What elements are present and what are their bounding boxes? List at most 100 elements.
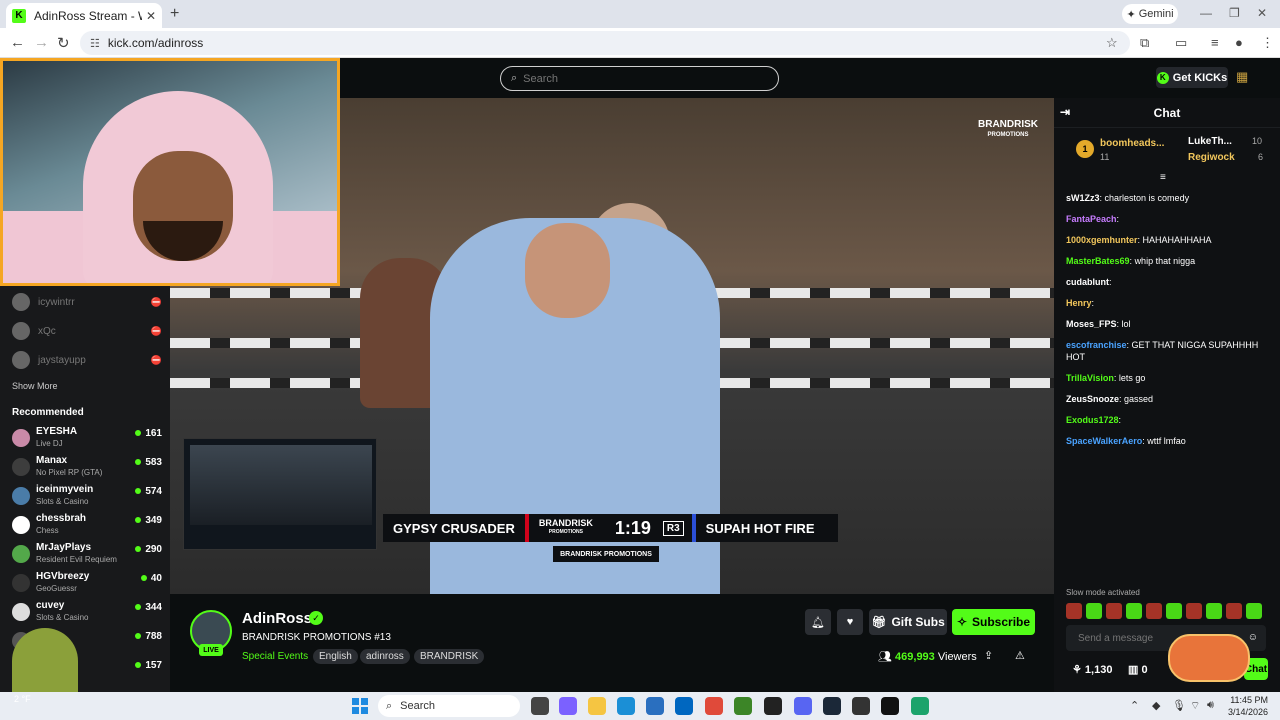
copilot-icon[interactable]: [559, 697, 577, 715]
system-clock[interactable]: 11:45 PM 3/14/2026: [1228, 694, 1268, 718]
edge-icon[interactable]: [617, 697, 635, 715]
gift-subs-button[interactable]: 🎁︎ Gift Subs: [869, 609, 947, 635]
chat-username: SpaceWalkerAero: [1066, 436, 1143, 446]
minimize-icon[interactable]: —: [1200, 6, 1212, 20]
url-field[interactable]: ☷ kick.com/adinross: [80, 31, 1130, 55]
follow-heart-button[interactable]: ♥: [837, 609, 863, 635]
recommended-channel[interactable]: MrJayPlays Resident Evil Requiem 290: [12, 542, 162, 568]
viewer-number: 469,993: [895, 651, 935, 663]
emote-bar: [1066, 603, 1271, 619]
kick-app-icon[interactable]: [911, 697, 929, 715]
gift-subs-label: Gift Subs: [891, 615, 945, 629]
file-explorer-icon[interactable]: [588, 697, 606, 715]
recommended-channel[interactable]: HGVbreezy GeoGuessr 40: [12, 571, 162, 597]
close-tab-icon[interactable]: ✕: [146, 9, 156, 23]
leader-second-name[interactable]: LukeTh...: [1188, 136, 1232, 147]
gemini-button[interactable]: ✦ Gemini: [1122, 4, 1178, 24]
back-icon[interactable]: ←: [10, 34, 25, 51]
emote-icon[interactable]: [1066, 603, 1082, 619]
recommended-channel[interactable]: EYESHA Live DJ 161: [12, 426, 162, 452]
rewards-value: 0: [1141, 664, 1148, 676]
media-icon[interactable]: ≡: [1211, 35, 1219, 50]
emote-icon[interactable]: [1146, 603, 1162, 619]
emote-icon[interactable]: [1126, 603, 1142, 619]
get-kicks-button[interactable]: K Get KICKs: [1156, 67, 1228, 88]
store-icon[interactable]: [646, 697, 664, 715]
tray-app-icon[interactable]: ◆: [1152, 699, 1160, 712]
windows-start-icon[interactable]: [352, 698, 368, 714]
tag-english[interactable]: English: [313, 649, 358, 664]
tag-adinross[interactable]: adinross: [360, 649, 410, 664]
leader-first-name[interactable]: boomheads...: [1100, 138, 1164, 149]
viewer-count: 161: [135, 428, 162, 439]
sidebar-item-following[interactable]: jaystayupp ⛔: [12, 351, 162, 369]
chat-message: Exodus1728:: [1066, 415, 1122, 425]
wifi-icon[interactable]: ⌔: [1190, 699, 1200, 713]
stream-category-link[interactable]: Special Events: [242, 651, 308, 662]
sidebar-item-following[interactable]: icywintrr ⛔: [12, 293, 162, 311]
share-icon[interactable]: ⇪: [984, 649, 993, 662]
notification-bell-button[interactable]: 🔔︎: [805, 609, 831, 635]
app-icon[interactable]: [852, 697, 870, 715]
new-tab-button[interactable]: +: [170, 5, 179, 23]
chrome-icon[interactable]: [705, 697, 723, 715]
emote-icon[interactable]: [1246, 603, 1262, 619]
profile-avatar-icon[interactable]: ●: [1235, 35, 1243, 50]
collapse-chat-icon[interactable]: ⇥: [1060, 105, 1070, 119]
subscribe-button[interactable]: ✧ Subscribe: [952, 609, 1035, 635]
minecraft-icon[interactable]: [734, 697, 752, 715]
outlook-icon[interactable]: [675, 697, 693, 715]
close-window-icon[interactable]: ✕: [1257, 6, 1267, 20]
weather-widget[interactable]: 2 °F: [14, 694, 31, 704]
channel-points[interactable]: ⚘ 1,130: [1072, 663, 1112, 676]
search-input[interactable]: [523, 72, 764, 85]
taskbar-search[interactable]: ⌕ Search: [378, 695, 520, 717]
call-of-duty-icon[interactable]: [764, 697, 782, 715]
pinned-toggle-icon[interactable]: ≡: [1160, 172, 1166, 183]
address-bar-row: ← → ↻ ☷ kick.com/adinross ☆ ⧉ ▭ ≡ ● ⋮: [0, 28, 1280, 58]
menu-dots-icon[interactable]: ⋮: [1261, 35, 1274, 51]
recommended-channel[interactable]: iceinmyvein Slots & Casino 574: [12, 484, 162, 510]
discord-icon[interactable]: [794, 697, 812, 715]
emote-icon[interactable]: [1106, 603, 1122, 619]
leader-third-name[interactable]: Regiwock: [1188, 152, 1235, 163]
cast-icon[interactable]: ▭: [1175, 35, 1187, 51]
forward-icon[interactable]: →: [34, 34, 49, 51]
tag-brandrisk[interactable]: BRANDRISK: [414, 649, 485, 664]
search-icon: ⌕: [386, 699, 393, 712]
volume-icon[interactable]: 🔊︎: [1207, 699, 1214, 712]
emote-icon[interactable]: [1086, 603, 1102, 619]
stream-title: BRANDRISK PROMOTIONS #13: [242, 632, 391, 643]
emoji-picker-icon[interactable]: ☺: [1248, 632, 1258, 643]
browser-tab[interactable]: K AdinRoss Stream - Watch L ✕: [6, 3, 162, 28]
round-clock: 1:19: [614, 517, 651, 538]
search-icon: ⌕: [511, 72, 518, 84]
capcut-icon[interactable]: [881, 697, 899, 715]
recommended-channel[interactable]: cuvey Slots & Casino 344: [12, 600, 162, 626]
user-menu-icon[interactable]: ▦: [1236, 69, 1248, 85]
report-icon[interactable]: ⚠: [1015, 649, 1025, 662]
channel-name[interactable]: AdinRoss: [242, 610, 312, 627]
chat-username: TrillaVision: [1066, 373, 1114, 383]
restore-icon[interactable]: ❐: [1229, 6, 1240, 20]
site-info-icon[interactable]: ☷: [90, 37, 100, 50]
steam-icon[interactable]: [823, 697, 841, 715]
show-more-link[interactable]: Show More: [12, 381, 58, 391]
emote-icon[interactable]: [1186, 603, 1202, 619]
recommended-channel[interactable]: Manax No Pixel RP (GTA) 583: [12, 455, 162, 481]
search-box[interactable]: ⌕: [500, 66, 779, 91]
emote-icon[interactable]: [1166, 603, 1182, 619]
sidebar-item-following[interactable]: xQc ⛔: [12, 322, 162, 340]
recommended-channel[interactable]: chessbrah Chess 349: [12, 513, 162, 539]
microphone-icon[interactable]: 🎙︎: [1172, 699, 1186, 712]
task-view-icon[interactable]: [531, 697, 549, 715]
bookmark-star-icon[interactable]: ☆: [1106, 35, 1118, 51]
rewards-counter[interactable]: ▥ 0: [1128, 663, 1148, 676]
emote-icon[interactable]: [1226, 603, 1242, 619]
slow-mode-notice: Slow mode activated: [1066, 588, 1140, 597]
extensions-icon[interactable]: ⧉: [1140, 35, 1149, 51]
tray-chevron-icon[interactable]: ⌃: [1130, 699, 1139, 712]
emote-icon[interactable]: [1206, 603, 1222, 619]
reload-icon[interactable]: ↻: [57, 34, 70, 52]
referee-head: [525, 223, 610, 318]
